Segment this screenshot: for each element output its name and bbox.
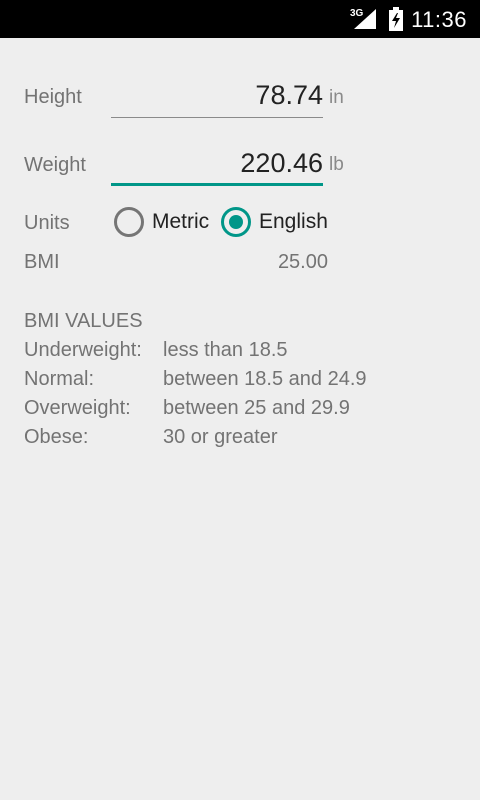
range-label: 30 or greater	[163, 426, 278, 448]
radio-unchecked-icon	[114, 207, 144, 237]
category-label: Obese:	[24, 426, 89, 448]
height-unit: in	[329, 87, 344, 108]
english-radio[interactable]: English	[221, 207, 328, 237]
height-underline	[111, 117, 323, 118]
category-label: Normal:	[24, 368, 95, 390]
units-label: Units	[24, 212, 70, 234]
english-radio-label: English	[259, 210, 328, 233]
bmi-value: 25.00	[277, 251, 328, 273]
height-label: Height	[24, 86, 82, 108]
category-label: Underweight:	[24, 339, 142, 361]
weight-unit: lb	[329, 154, 344, 175]
range-label: between 18.5 and 24.9	[163, 368, 367, 390]
metric-radio-label: Metric	[152, 210, 210, 233]
weight-underline-focused	[111, 183, 323, 186]
battery-charging-icon	[389, 7, 403, 31]
category-label: Overweight:	[24, 397, 131, 419]
radio-checked-icon	[221, 207, 251, 237]
range-label: less than 18.5	[163, 339, 288, 361]
status-bar: 3G 11:36	[0, 0, 480, 38]
range-label: between 25 and 29.9	[163, 397, 350, 419]
signal-icon	[354, 9, 376, 29]
clock: 11:36	[411, 7, 467, 32]
weight-value: 220.46	[240, 148, 323, 178]
metric-radio[interactable]: Metric	[114, 207, 209, 237]
weight-input[interactable]: 220.46	[111, 148, 323, 186]
bmi-label: BMI	[24, 251, 60, 273]
height-input[interactable]: 78.74	[111, 80, 323, 118]
height-value: 78.74	[255, 80, 323, 110]
weight-label: Weight	[24, 154, 86, 176]
bmi-values-heading: BMI VALUES	[24, 310, 143, 332]
